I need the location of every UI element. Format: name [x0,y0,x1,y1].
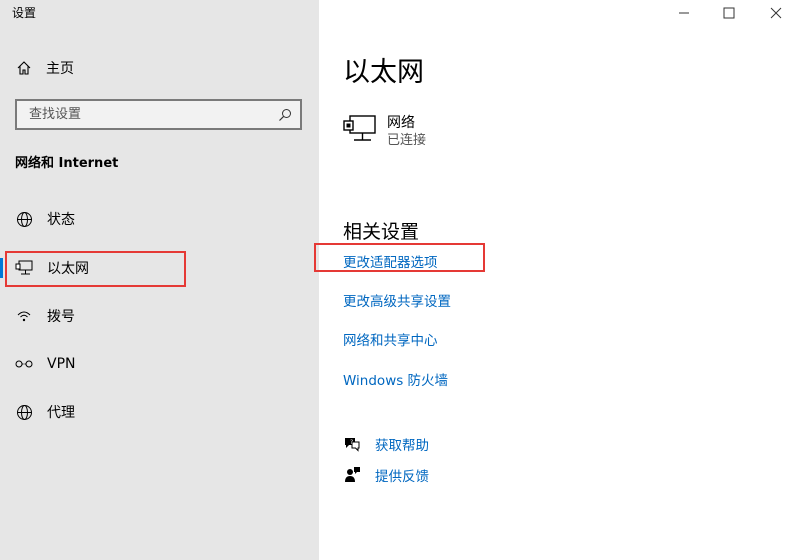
maximize-icon [723,7,735,19]
give-feedback-link[interactable]: 提供反馈 [343,465,429,485]
sidebar-item-label: 代理 [47,405,75,421]
windows-firewall-link[interactable]: Windows 防火墙 [343,369,448,389]
status-globe-icon [15,210,33,228]
sidebar-item-label: 状态 [47,212,75,228]
ethernet-icon [15,259,33,277]
give-feedback-label: 提供反馈 [375,469,429,485]
sidebar-item-ethernet[interactable]: 以太网 [0,249,319,287]
sidebar-item-label: VPN [47,356,76,372]
close-button[interactable] [756,0,789,26]
maximize-button[interactable] [709,0,749,26]
vpn-icon [15,355,33,373]
home-label: 主页 [46,61,74,77]
close-icon [770,7,782,19]
sidebar: 设置 主页 网络和 Internet 状态 [0,0,319,560]
search-input[interactable] [27,106,278,123]
minimize-icon [679,12,689,14]
dialup-icon [15,307,33,325]
sidebar-item-proxy[interactable]: 代理 [0,393,319,431]
home-nav-item[interactable]: 主页 [16,58,74,78]
sidebar-item-label: 拨号 [47,309,75,325]
help-chat-icon: ? [345,438,360,452]
proxy-globe-icon [15,403,33,421]
network-sharing-center-link[interactable]: 网络和共享中心 [343,329,438,349]
get-help-link[interactable]: ? 获取帮助 [343,434,429,454]
section-title: 网络和 Internet [15,156,119,171]
related-settings-title: 相关设置 [343,221,420,243]
advanced-sharing-settings-link[interactable]: 更改高级共享设置 [343,290,451,310]
ethernet-network-icon [343,115,376,141]
search-icon[interactable] [278,108,292,122]
change-adapter-options-link[interactable]: 更改适配器选项 [343,251,438,271]
get-help-label: 获取帮助 [375,438,429,454]
app-title: 设置 [12,6,37,20]
search-box[interactable] [15,99,302,130]
network-connection[interactable]: 网络 已连接 [343,114,426,150]
minimize-button[interactable] [664,0,704,26]
page-title: 以太网 [343,57,424,88]
network-status: 已连接 [387,133,427,148]
sidebar-item-status[interactable]: 状态 [0,200,319,238]
sidebar-item-dialup[interactable]: 拨号 [0,297,319,335]
sidebar-item-vpn[interactable]: VPN [0,345,319,383]
sidebar-item-label: 以太网 [47,261,89,277]
home-icon [17,61,31,75]
svg-text:?: ? [350,439,353,446]
network-name: 网络 [387,115,415,131]
feedback-icon [345,467,360,482]
